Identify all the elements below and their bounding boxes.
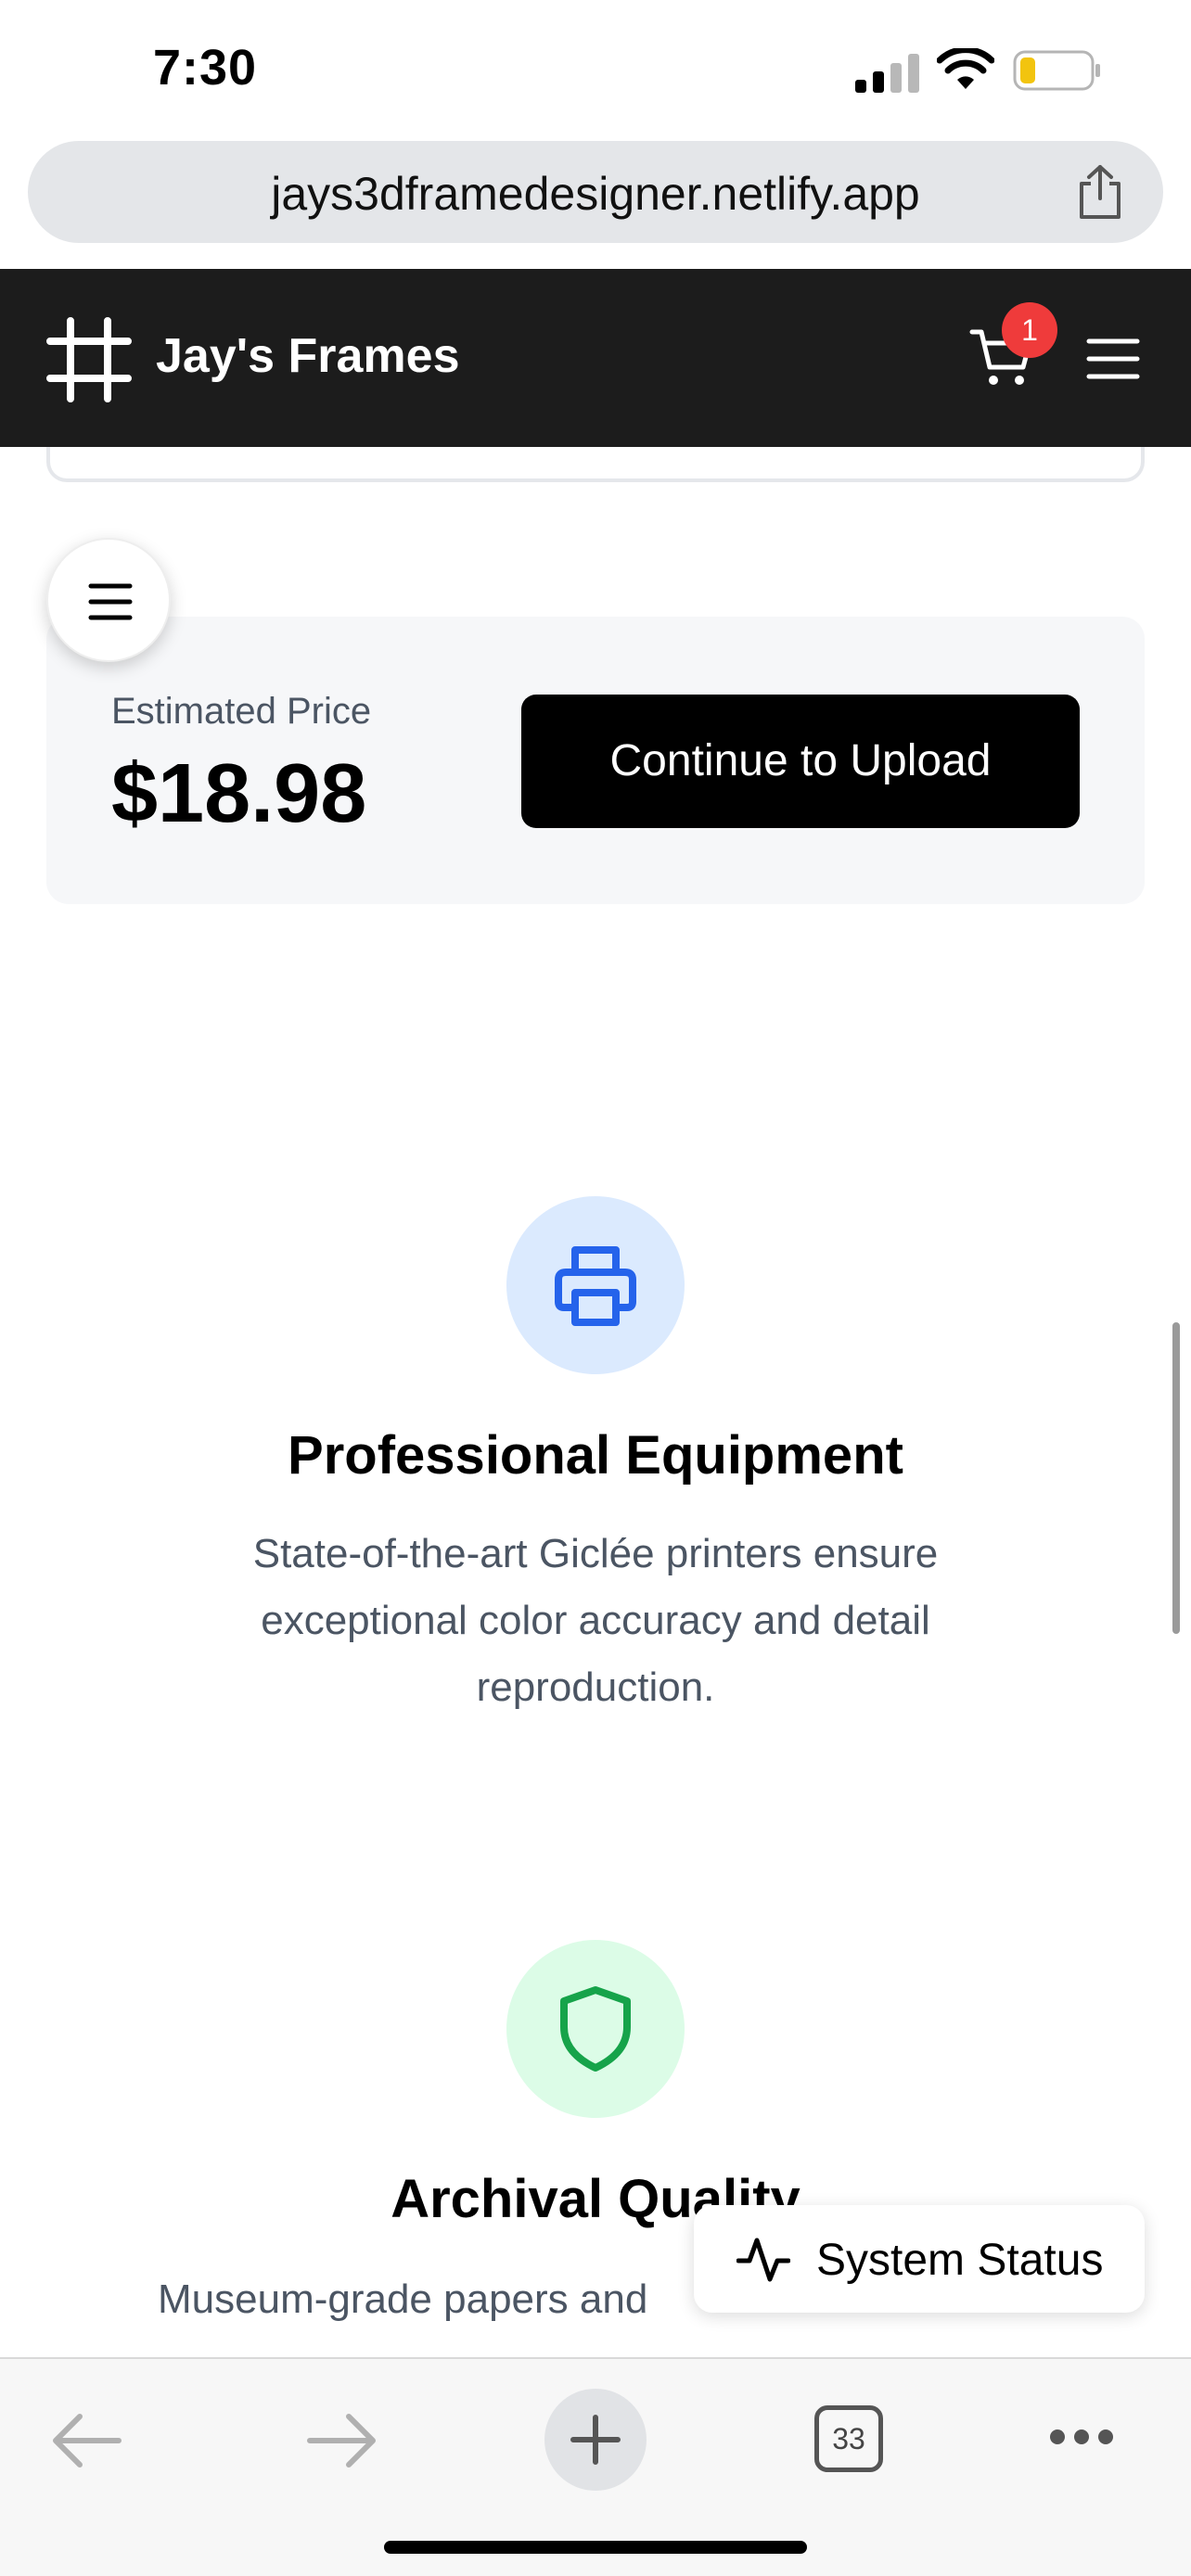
status-bar: 7:30 xyxy=(0,0,1191,139)
frame-logo-icon[interactable] xyxy=(46,317,132,402)
system-status-label: System Status xyxy=(816,2236,1104,2285)
more-options-icon[interactable] xyxy=(1048,2426,1115,2448)
hamburger-menu-icon[interactable] xyxy=(1085,336,1141,382)
tab-count-button[interactable]: 33 xyxy=(814,2405,883,2472)
status-time: 7:30 xyxy=(153,40,258,96)
page-scrollbar[interactable] xyxy=(1172,1322,1180,1634)
new-tab-button[interactable] xyxy=(544,2389,647,2491)
floating-menu-button[interactable] xyxy=(46,538,171,662)
cellular-signal-icon xyxy=(855,54,919,93)
feature-description-text: Museum-grade papers and xyxy=(158,2276,648,2322)
wifi-icon xyxy=(937,48,994,89)
share-icon[interactable] xyxy=(1074,163,1126,221)
forward-arrow-icon[interactable] xyxy=(306,2411,377,2470)
estimated-price-value: $18.98 xyxy=(111,747,367,840)
feature-description: State-of-the-art Giclée printers ensure … xyxy=(252,1531,939,1710)
app-header: Jay's Frames 1 xyxy=(0,269,1191,447)
price-panel: Estimated Price $18.98 Continue to Uploa… xyxy=(46,617,1145,904)
shield-icon-badge xyxy=(506,1940,685,2118)
system-status-button[interactable]: System Status xyxy=(694,2205,1145,2313)
back-arrow-icon[interactable] xyxy=(52,2411,122,2470)
url-text[interactable]: jays3dframedesigner.netlify.app xyxy=(28,167,1163,221)
plus-icon xyxy=(570,2415,621,2465)
address-bar[interactable]: jays3dframedesigner.netlify.app xyxy=(28,141,1163,243)
home-indicator xyxy=(384,2541,807,2554)
brand-name[interactable]: Jay's Frames xyxy=(156,328,460,384)
continue-to-upload-button[interactable]: Continue to Upload xyxy=(521,695,1080,828)
list-menu-icon xyxy=(88,583,133,620)
battery-icon xyxy=(1013,50,1100,91)
printer-icon xyxy=(555,1246,636,1326)
shield-icon xyxy=(560,1986,631,2072)
cart-count-badge: 1 xyxy=(1002,302,1057,358)
printer-icon-badge xyxy=(506,1196,685,1374)
activity-icon xyxy=(736,2238,790,2282)
feature-title: Professional Equipment xyxy=(288,1425,903,1486)
estimated-price-label: Estimated Price xyxy=(111,691,372,732)
browser-toolbar: 33 xyxy=(0,2357,1191,2576)
